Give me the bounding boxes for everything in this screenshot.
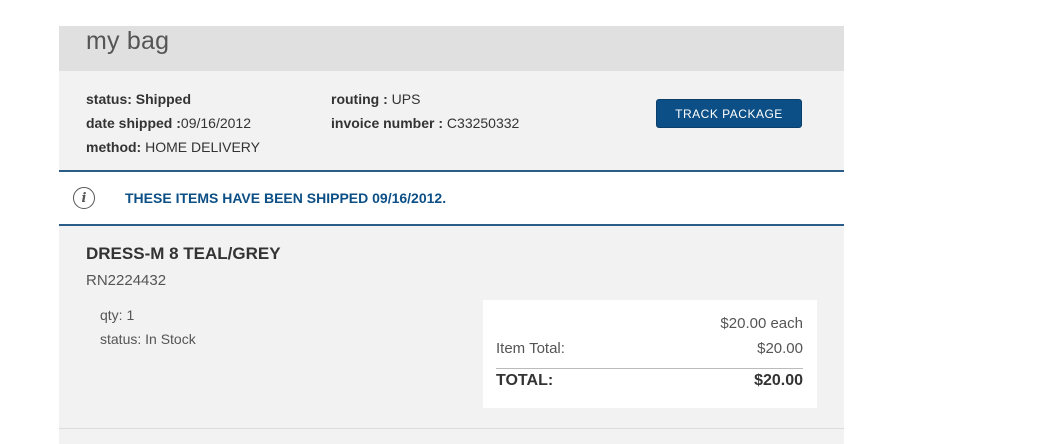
page-title: my bag <box>86 27 170 55</box>
shipped-notice-text: THESE ITEMS HAVE BEEN SHIPPED 09/16/2012… <box>125 190 447 206</box>
routing-label: routing : <box>331 91 388 107</box>
item-sku: RN2224432 <box>86 272 167 289</box>
order-status-label: status: <box>86 91 132 107</box>
invoice-label: invoice number : <box>331 115 444 131</box>
order-details: status: Shipped date shipped :09/16/2012… <box>86 87 260 159</box>
item-meta: qty: 1 status: In Stock <box>100 303 196 351</box>
invoice-value: C33250332 <box>446 115 520 131</box>
shipping-details: routing : UPS invoice number : C33250332 <box>331 87 519 135</box>
bag-header: my bag <box>59 26 844 71</box>
item-stock-status: status: In Stock <box>100 331 196 347</box>
date-shipped-label: date shipped : <box>86 115 181 131</box>
track-package-button[interactable]: TRACK PACKAGE <box>656 99 802 128</box>
order-status: status: Shipped <box>86 87 260 111</box>
method-label: method: <box>86 139 142 155</box>
date-shipped-value: 09/16/2012 <box>180 115 251 131</box>
total-value: $20.00 <box>754 372 803 389</box>
item-name: DRESS-M 8 TEAL/GREY <box>86 244 281 263</box>
item-total-label: Item Total: <box>496 340 565 357</box>
method-value: HOME DELIVERY <box>145 139 260 155</box>
shipped-notice: i THESE ITEMS HAVE BEEN SHIPPED 09/16/20… <box>59 170 844 226</box>
price-divider <box>496 368 803 369</box>
item-qty: qty: 1 <box>100 307 135 323</box>
total-row: TOTAL: $20.00 <box>496 372 803 390</box>
order-method: method: HOME DELIVERY <box>86 135 260 159</box>
order-date-shipped: date shipped :09/16/2012 <box>86 111 260 135</box>
info-icon: i <box>73 187 95 209</box>
bag-panel: my bag status: Shipped date shipped :09/… <box>59 26 844 444</box>
unit-price: $20.00 each <box>720 315 803 332</box>
order-status-value: Shipped <box>135 91 192 107</box>
price-summary: $20.00 each Item Total: $20.00 TOTAL: $2… <box>483 300 817 408</box>
total-label: TOTAL: <box>496 372 554 389</box>
routing-value: UPS <box>391 91 421 107</box>
order-routing: routing : UPS <box>331 87 519 111</box>
item-total-row: Item Total: $20.00 <box>496 340 803 357</box>
order-invoice: invoice number : C33250332 <box>331 111 519 135</box>
section-divider <box>59 428 844 429</box>
item-total-value: $20.00 <box>757 340 803 357</box>
